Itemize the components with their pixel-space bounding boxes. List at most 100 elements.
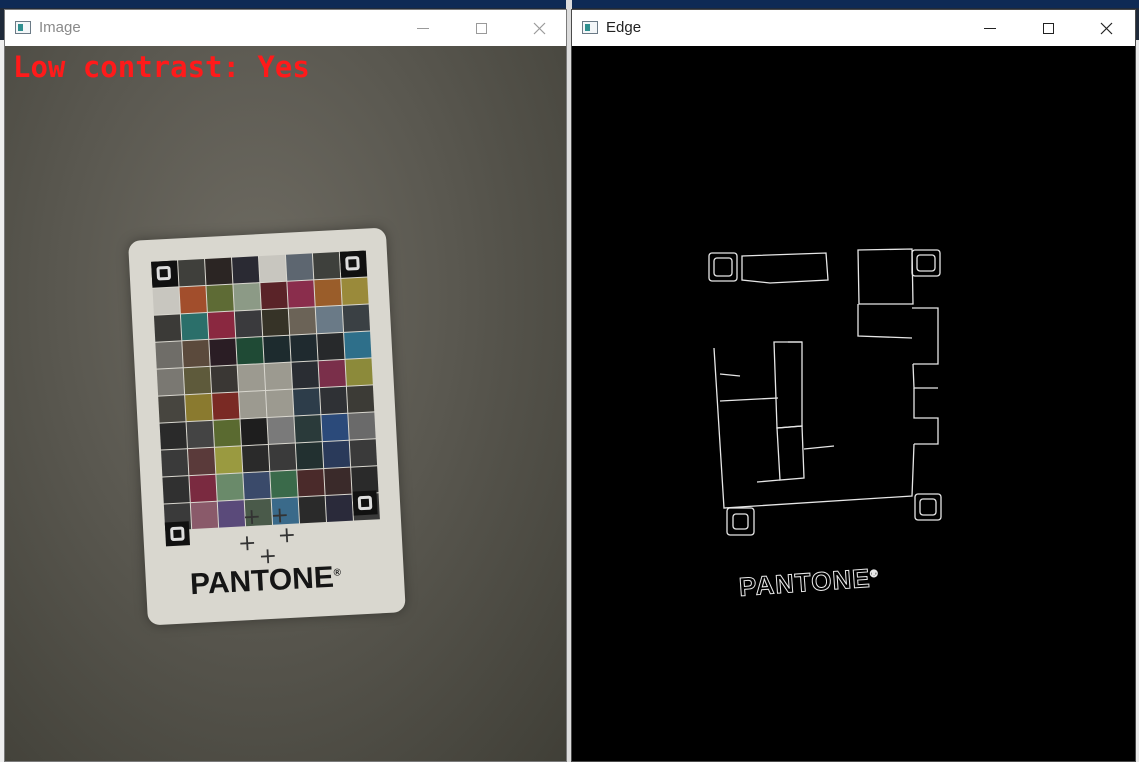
color-patch bbox=[290, 334, 318, 362]
color-patch bbox=[162, 476, 190, 504]
color-patch bbox=[349, 439, 378, 467]
color-patch bbox=[317, 332, 345, 361]
color-patch bbox=[263, 335, 291, 364]
maximize-button[interactable] bbox=[1019, 10, 1077, 46]
color-patch bbox=[236, 337, 264, 365]
color-patch bbox=[239, 391, 267, 419]
image-window-titlebar[interactable]: Image bbox=[5, 10, 566, 46]
app-icon bbox=[582, 21, 598, 34]
color-patch bbox=[348, 412, 376, 440]
minimize-icon bbox=[417, 27, 429, 29]
edge-outline-drawing bbox=[708, 248, 942, 536]
edge-window-titlebar[interactable]: Edge bbox=[572, 10, 1135, 46]
color-patch bbox=[266, 389, 294, 417]
color-patch bbox=[318, 359, 346, 388]
color-patch bbox=[185, 393, 213, 422]
color-checker-card: + + + + + PANTONE® bbox=[128, 227, 406, 626]
color-patch bbox=[341, 277, 369, 305]
color-patch bbox=[189, 474, 217, 503]
color-patch bbox=[270, 470, 298, 498]
color-patch bbox=[180, 312, 209, 341]
window-title: Image bbox=[39, 19, 81, 36]
color-patch bbox=[298, 496, 326, 524]
color-patch bbox=[258, 254, 287, 283]
corner-marker-bottom-right bbox=[352, 490, 378, 516]
color-patch bbox=[344, 331, 372, 359]
color-patch bbox=[205, 257, 233, 285]
low-contrast-label: Low contrast: Yes bbox=[13, 50, 310, 84]
color-patch bbox=[346, 385, 375, 413]
color-patch bbox=[293, 388, 321, 416]
color-patch bbox=[240, 417, 268, 446]
color-patch bbox=[183, 366, 212, 395]
color-patch bbox=[319, 386, 348, 415]
close-button[interactable] bbox=[510, 10, 568, 46]
color-patch bbox=[187, 447, 216, 476]
image-window[interactable]: Image Low contrast: Yes + + + + + PANTON… bbox=[4, 9, 567, 762]
corner-marker-bottom-left bbox=[164, 521, 191, 547]
crosshair-mark: + bbox=[276, 522, 297, 549]
app-icon bbox=[15, 21, 31, 34]
color-patch bbox=[267, 416, 295, 444]
color-patch bbox=[216, 473, 244, 501]
minimize-icon bbox=[984, 27, 996, 29]
color-patch bbox=[268, 443, 297, 471]
color-patch bbox=[156, 368, 185, 396]
color-patch bbox=[312, 251, 341, 280]
color-patch bbox=[325, 494, 353, 522]
color-patch bbox=[295, 442, 324, 470]
color-patch bbox=[288, 307, 317, 335]
color-patch bbox=[315, 305, 344, 334]
color-patch bbox=[342, 304, 371, 332]
minimize-button[interactable] bbox=[961, 10, 1019, 46]
color-patch bbox=[210, 365, 239, 393]
color-patch bbox=[209, 338, 237, 366]
color-patch bbox=[345, 358, 373, 386]
color-patch bbox=[206, 284, 234, 312]
color-patch bbox=[190, 501, 219, 530]
color-patch bbox=[314, 278, 342, 307]
color-patch bbox=[207, 311, 236, 339]
color-patch bbox=[233, 283, 261, 311]
color-patch bbox=[294, 415, 322, 443]
image-canvas: Low contrast: Yes + + + + + PANTONE® bbox=[5, 46, 566, 761]
color-patch bbox=[297, 469, 325, 497]
close-icon bbox=[1100, 22, 1112, 34]
color-patch bbox=[321, 413, 349, 442]
color-patch bbox=[213, 419, 241, 447]
color-patch bbox=[322, 440, 351, 469]
color-patch bbox=[186, 420, 214, 449]
color-patch bbox=[291, 361, 319, 389]
color-patch bbox=[287, 280, 315, 308]
color-patch bbox=[182, 339, 210, 368]
edge-window[interactable]: Edge PANTONE® bbox=[571, 9, 1136, 762]
edge-canvas: PANTONE® bbox=[572, 46, 1135, 761]
maximize-icon bbox=[475, 22, 487, 34]
color-patch bbox=[237, 364, 265, 392]
window-title: Edge bbox=[606, 19, 642, 36]
maximize-button[interactable] bbox=[452, 10, 510, 46]
color-patch bbox=[153, 314, 182, 342]
color-patch bbox=[324, 467, 352, 496]
color-patch bbox=[178, 259, 206, 287]
crosshair-mark: + bbox=[237, 530, 258, 557]
color-patch bbox=[159, 422, 187, 450]
color-patch bbox=[234, 310, 263, 338]
color-patch bbox=[241, 444, 270, 473]
close-button[interactable] bbox=[1077, 10, 1135, 46]
color-patch bbox=[260, 281, 288, 310]
corner-marker-top-right bbox=[339, 250, 366, 276]
color-patch bbox=[161, 449, 189, 477]
color-patch bbox=[264, 362, 292, 390]
color-patch-grid bbox=[151, 250, 380, 531]
color-patch bbox=[232, 256, 260, 284]
minimize-button[interactable] bbox=[394, 10, 452, 46]
color-patch bbox=[214, 446, 243, 474]
color-patch bbox=[212, 392, 240, 420]
color-patch bbox=[179, 286, 207, 314]
color-patch bbox=[261, 308, 290, 337]
color-patch bbox=[243, 471, 271, 500]
color-patch bbox=[152, 287, 180, 315]
corner-marker-top-left bbox=[151, 260, 177, 286]
color-patch bbox=[285, 253, 314, 281]
